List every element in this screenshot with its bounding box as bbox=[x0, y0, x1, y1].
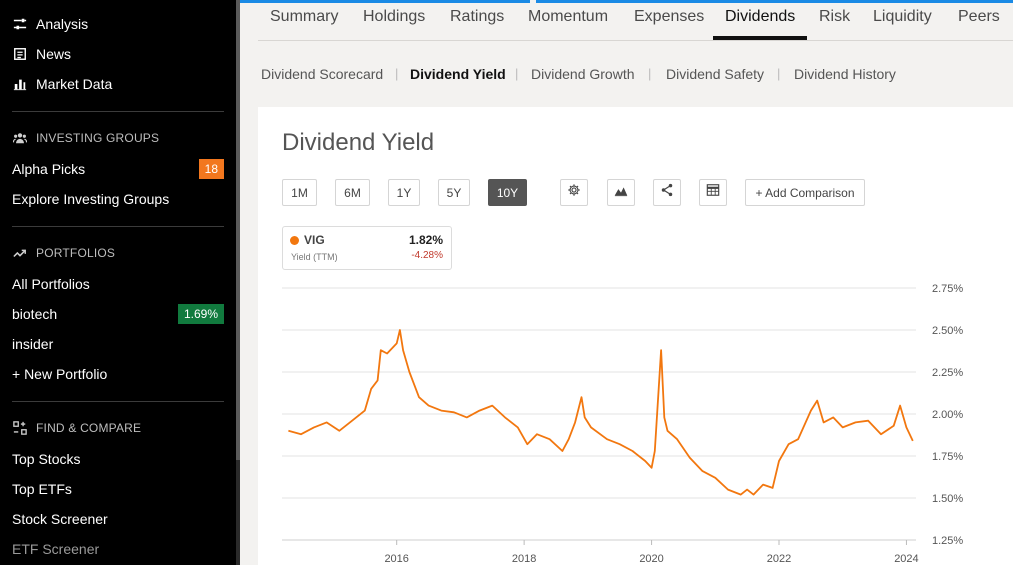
sidebar-divider bbox=[12, 401, 224, 402]
change-badge: 1.69% bbox=[177, 304, 224, 324]
sidebar-item-new-portfolio[interactable]: + New Portfolio bbox=[12, 362, 224, 386]
sidebar-item-top-stocks[interactable]: Top Stocks bbox=[12, 447, 224, 471]
sidebar-item-label: biotech bbox=[12, 306, 58, 322]
sidebar-item-all-portfolios[interactable]: All Portfolios bbox=[12, 272, 224, 296]
y-tick-label: 2.50% bbox=[932, 325, 963, 337]
sidebar-item-label: Market Data bbox=[36, 76, 113, 92]
subtab-dividend-safety[interactable]: Dividend Safety bbox=[666, 66, 764, 82]
section-heading-investing-groups: INVESTING GROUPS bbox=[12, 128, 159, 148]
subtab-separator: | bbox=[648, 66, 652, 81]
count-badge: 18 bbox=[198, 159, 224, 179]
sidebar-item-label: Top ETFs bbox=[12, 481, 72, 497]
y-tick-label: 2.00% bbox=[932, 409, 963, 421]
sidebar-item-label: ETF Screener bbox=[12, 541, 100, 557]
tab-peers[interactable]: Peers bbox=[958, 8, 1000, 41]
sliders-icon bbox=[12, 16, 28, 32]
sidebar: Analysis News Market Data INVESTING GROU… bbox=[0, 0, 236, 565]
subtab-dividend-scorecard[interactable]: Dividend Scorecard bbox=[261, 66, 383, 82]
tab-holdings[interactable]: Holdings bbox=[363, 8, 425, 41]
group-icon bbox=[12, 130, 28, 146]
sidebar-item-insider[interactable]: insider bbox=[12, 332, 224, 356]
dividend-yield-card: Dividend Yield 1M 6M 1Y 5Y 10Y + Add Com… bbox=[258, 107, 1013, 565]
active-tab-indicator bbox=[713, 36, 807, 40]
subtab-dividend-yield[interactable]: Dividend Yield bbox=[410, 66, 506, 82]
sidebar-item-label: News bbox=[36, 46, 72, 62]
section-heading-portfolios: PORTFOLIOS bbox=[12, 243, 115, 263]
x-tick-label: 2022 bbox=[767, 553, 791, 565]
y-tick-label: 2.25% bbox=[932, 367, 963, 379]
compare-icon bbox=[12, 420, 28, 436]
subtab-separator: | bbox=[777, 66, 781, 81]
tab-summary[interactable]: Summary bbox=[270, 8, 338, 41]
sidebar-item-etf-screener[interactable]: ETF Screener bbox=[12, 537, 224, 561]
dividend-yield-chart[interactable]: 2.75% 2.50% 2.25% 2.00% 1.75% 1.50% 1.25% 2016 2… bbox=[258, 107, 1013, 565]
newspaper-icon bbox=[12, 46, 28, 62]
sidebar-item-label: Alpha Picks bbox=[12, 161, 86, 177]
sidebar-item-top-etfs[interactable]: Top ETFs bbox=[12, 477, 224, 501]
series-line-vig bbox=[288, 329, 914, 496]
x-tick-label: 2024 bbox=[894, 553, 918, 565]
y-tick-label: 1.75% bbox=[932, 451, 963, 463]
tab-momentum[interactable]: Momentum bbox=[528, 8, 608, 41]
trend-line-icon bbox=[12, 245, 28, 261]
tab-ratings[interactable]: Ratings bbox=[450, 8, 504, 41]
tab-risk[interactable]: Risk bbox=[819, 8, 850, 41]
scrollbar-thumb[interactable] bbox=[236, 0, 240, 460]
y-tick-label: 2.75% bbox=[932, 283, 963, 295]
main-tabs: Summary Holdings Ratings Momentum Expens… bbox=[258, 0, 1013, 41]
sidebar-item-label: Explore Investing Groups bbox=[12, 191, 170, 207]
sidebar-item-analysis[interactable]: Analysis bbox=[12, 12, 224, 36]
sidebar-item-label: + New Portfolio bbox=[12, 366, 108, 382]
sidebar-item-label: Stock Screener bbox=[12, 511, 108, 527]
tab-liquidity[interactable]: Liquidity bbox=[873, 8, 932, 41]
subtab-separator: | bbox=[515, 66, 519, 81]
section-heading-find-compare: FIND & COMPARE bbox=[12, 418, 141, 438]
sidebar-divider bbox=[12, 226, 224, 227]
bar-chart-icon bbox=[12, 76, 28, 92]
y-tick-label: 1.25% bbox=[932, 535, 963, 547]
sidebar-item-biotech[interactable]: biotech 1.69% bbox=[12, 302, 224, 326]
sidebar-item-market-data[interactable]: Market Data bbox=[12, 72, 224, 96]
subtab-dividend-history[interactable]: Dividend History bbox=[794, 66, 896, 82]
sidebar-item-label: insider bbox=[12, 336, 54, 352]
x-tick-label: 2018 bbox=[512, 553, 536, 565]
sidebar-item-stock-screener[interactable]: Stock Screener bbox=[12, 507, 224, 531]
x-tick-label: 2016 bbox=[384, 553, 408, 565]
sidebar-item-label: All Portfolios bbox=[12, 276, 90, 292]
sidebar-item-alpha-picks[interactable]: Alpha Picks 18 bbox=[12, 157, 224, 181]
sidebar-item-label: Top Stocks bbox=[12, 451, 81, 467]
y-tick-label: 1.50% bbox=[932, 493, 963, 505]
sidebar-item-label: Analysis bbox=[36, 16, 89, 32]
subtab-dividend-growth[interactable]: Dividend Growth bbox=[531, 66, 635, 82]
tab-expenses[interactable]: Expenses bbox=[634, 8, 704, 41]
sidebar-item-explore-investing-groups[interactable]: Explore Investing Groups bbox=[12, 187, 224, 211]
sidebar-divider bbox=[12, 111, 224, 112]
sidebar-item-news[interactable]: News bbox=[12, 42, 224, 66]
sidebar-scrollbar[interactable] bbox=[236, 0, 240, 565]
subtab-separator: | bbox=[395, 66, 399, 81]
x-tick-label: 2020 bbox=[639, 553, 663, 565]
